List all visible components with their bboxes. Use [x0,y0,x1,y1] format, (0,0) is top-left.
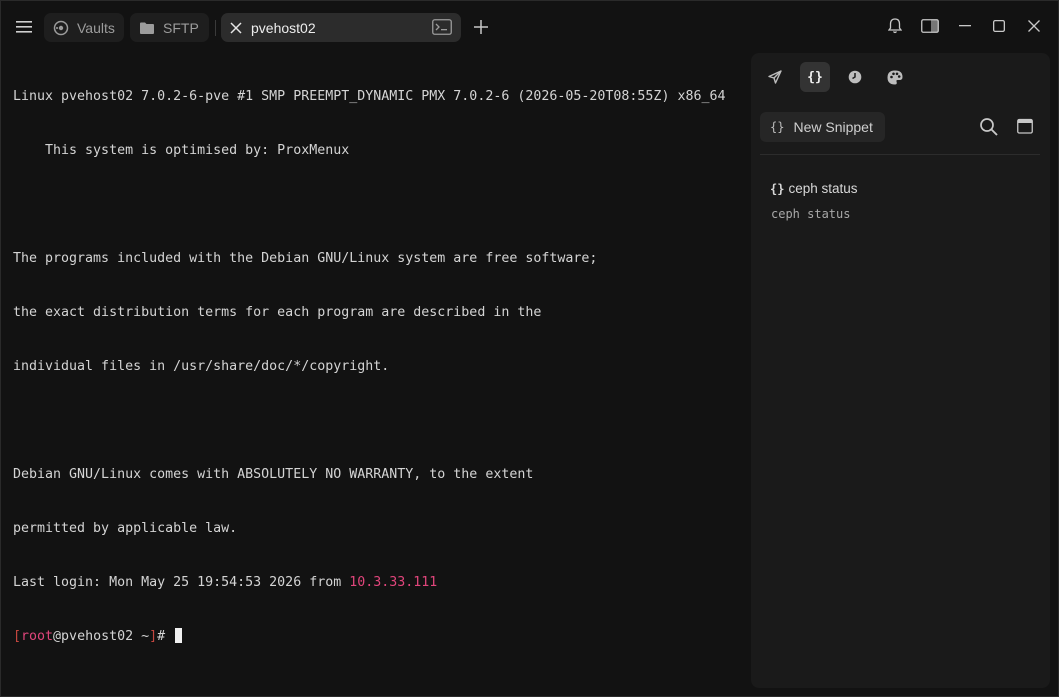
terminal-line: individual files in /usr/share/doc/*/cop… [13,359,390,374]
vault-icon [53,20,69,36]
bell-icon [888,18,902,34]
send-icon [768,70,782,84]
calendar-icon [1017,118,1033,134]
snippet-item[interactable]: {} ceph status ceph status [760,175,1040,225]
terminal-output[interactable]: Linux pvehost02 7.0.2-6-pve #1 SMP PREEM… [13,52,738,672]
braces-icon: {} [807,69,823,85]
shell-prompt[interactable]: [root@pvehost02 ~]# [13,628,738,646]
new-snippet-label: New Snippet [793,119,873,135]
prompt-host: @pvehost02 ~ [53,629,150,644]
terminal-line: The programs included with the Debian GN… [13,251,598,266]
terminal-line: Debian GNU/Linux comes with ABSOLUTELY N… [13,467,534,482]
panel-toggle-icon [921,19,939,33]
new-tab-button[interactable] [470,16,492,38]
hamburger-icon [16,21,32,33]
prompt-close-bracket: ] [149,629,158,644]
tab-vaults-label: Vaults [77,19,115,36]
terminal-line: Linux pvehost02 7.0.2-6-pve #1 SMP PREEM… [13,89,726,104]
new-snippet-button[interactable]: {} New Snippet [760,112,885,142]
terminal-line: permitted by applicable law. [13,521,238,536]
tab-vaults[interactable]: Vaults [44,13,124,42]
maximize-icon [993,20,1005,32]
last-login-text: Last login: Mon May 25 19:54:53 2026 fro… [13,575,350,590]
terminal-icon [432,19,452,35]
plus-icon [474,20,488,34]
panel-tab-connect[interactable] [760,62,790,92]
minimize-button[interactable] [956,16,974,36]
tab-pvehost02[interactable]: pvehost02 [221,13,461,42]
prompt-symbol: # [157,629,174,644]
panel-tab-themes[interactable] [880,62,910,92]
minimize-icon [959,25,971,27]
snippet-calendar-button[interactable] [1017,118,1033,136]
panel-toggle-button[interactable] [919,16,941,36]
close-icon [1028,20,1040,32]
terminal-line: This system is optimised by: ProxMenux [13,143,350,158]
last-login-line: Last login: Mon May 25 19:54:53 2026 fro… [13,574,738,592]
tab-separator [215,20,216,36]
snippet-search-button[interactable] [979,117,999,137]
tab-pvehost02-label: pvehost02 [251,19,316,36]
panel-tab-history[interactable] [840,62,870,92]
braces-icon: {} [770,181,785,196]
braces-icon: {} [770,120,785,134]
snippet-title: {} ceph status [770,181,858,196]
last-login-ip: 10.3.33.111 [349,575,438,590]
title-bar: Vaults SFTP pvehost02 [1,1,1058,51]
panel-divider [760,154,1040,155]
panel-tab-bar: {} [751,53,1050,103]
snippets-panel: {} {} New Snippet {} ceph status ceph st… [751,53,1050,688]
app-window: Vaults SFTP pvehost02 Linux pvehost02 7.… [0,0,1059,697]
notifications-button[interactable] [885,16,905,36]
prompt-user: root [21,629,54,644]
terminal-cursor [175,628,183,643]
terminal-line: the exact distribution terms for each pr… [13,305,542,320]
hamburger-menu-button[interactable] [11,15,37,39]
folder-icon [139,20,155,36]
tab-sftp-label: SFTP [163,19,199,36]
panel-tab-snippets[interactable]: {} [800,62,830,92]
close-window-button[interactable] [1025,16,1043,36]
tab-sftp[interactable]: SFTP [130,13,209,42]
close-tab-icon[interactable] [229,21,243,35]
palette-icon [887,70,903,84]
snippet-command: ceph status [771,207,851,221]
search-icon [980,118,998,136]
clock-icon [848,70,862,84]
snippet-title-text: ceph status [788,181,858,196]
maximize-button[interactable] [990,16,1008,36]
prompt-open-bracket: [ [13,629,22,644]
